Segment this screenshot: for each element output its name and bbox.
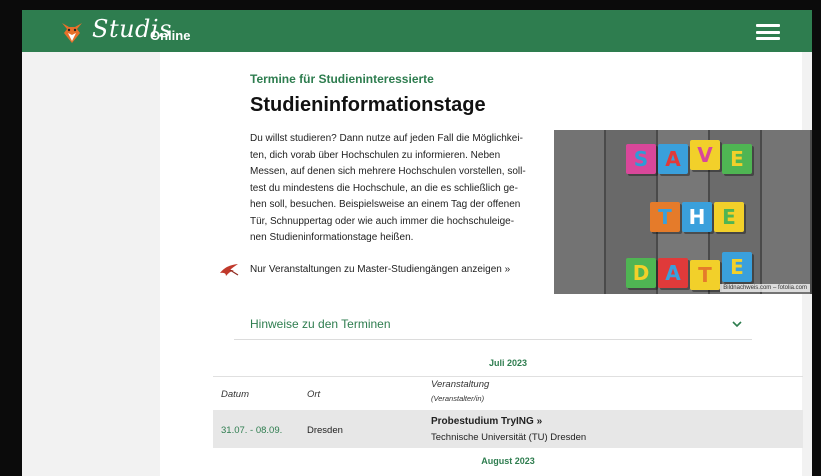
photo-letter-block: E [722, 252, 752, 282]
photo-letter-block: A [658, 258, 688, 288]
month-heading: August 2023 [481, 456, 535, 466]
photo-letter-block: T [650, 202, 680, 232]
save-the-date-photo: S A V E T H E D A T E Bildnachweis.com –… [554, 130, 812, 294]
page-title: Studieninformationstage [250, 94, 486, 116]
photo-letter-block: V [690, 140, 720, 170]
left-sidebar [22, 52, 160, 476]
photo-letter-block: E [714, 202, 744, 232]
bird-icon [220, 264, 239, 276]
event-date: 31.07. - 08.09. [221, 425, 283, 436]
intro-line: Tür, Schnuppertag oder wie auch immer di… [250, 215, 515, 227]
photo-letter-block: A [658, 144, 688, 174]
photo-letter-block: E [722, 144, 752, 174]
section-kicker: Termine für Studieninteressierte [250, 72, 434, 86]
photo-letter-block: S [626, 144, 656, 174]
hinweise-accordion[interactable]: Hinweise zu den Terminen [234, 310, 752, 340]
master-filter-link[interactable]: Nur Veranstaltungen zu Master-Studiengän… [250, 264, 510, 275]
intro-line: ten, dich vorab über Hochschulen zu info… [250, 149, 501, 161]
intro-line: Messen, auf denen sich mehrere Hochschul… [250, 166, 526, 177]
photo-letter-block: H [682, 202, 712, 232]
column-header-datum: Datum [221, 389, 249, 400]
photo-credit: Bildnachweis.com – fotolia.com [720, 284, 810, 292]
browser-viewport: Studis Online Termine für Studieninteres… [22, 10, 812, 476]
intro-line: test du mindestens die Hochschule, an di… [250, 182, 518, 194]
hinweise-label: Hinweise zu den Terminen [250, 317, 391, 331]
hamburger-menu-icon[interactable] [756, 24, 780, 40]
master-filter-row: Nur Veranstaltungen zu Master-Studiengän… [218, 261, 510, 277]
intro-paragraph: Du willst studieren? Dann nutze auf jede… [250, 131, 546, 247]
column-header-veranstaltung: Veranstaltung [431, 379, 490, 390]
fox-icon[interactable] [58, 17, 86, 45]
event-location: Dresden [307, 425, 343, 436]
photo-letter-block: D [626, 258, 656, 288]
top-navigation-bar: Studis Online [22, 10, 812, 52]
event-organizer: Technische Universität (TU) Dresden [431, 432, 587, 443]
intro-line: hen soll, besuchen. Beispielsweise an ei… [250, 199, 521, 210]
site-logo-subtitle[interactable]: Online [150, 28, 190, 43]
table-header: Datum Ort Veranstaltung (Veranstalter/in… [213, 376, 803, 408]
event-title-link[interactable]: Probestudium TryING » [431, 416, 542, 427]
column-header-veranstalter: (Veranstalter/in) [431, 394, 485, 403]
chevron-down-icon[interactable] [732, 319, 742, 329]
intro-line: nen Studieninformationstage heißen. [250, 232, 414, 243]
photo-letter-block: T [690, 260, 720, 290]
column-header-ort: Ort [307, 389, 321, 400]
month-heading: Juli 2023 [488, 358, 528, 368]
intro-line: Du willst studieren? Dann nutze auf jede… [250, 133, 523, 144]
table-row: 31.07. - 08.09. Dresden Probestudium Try… [213, 410, 803, 448]
